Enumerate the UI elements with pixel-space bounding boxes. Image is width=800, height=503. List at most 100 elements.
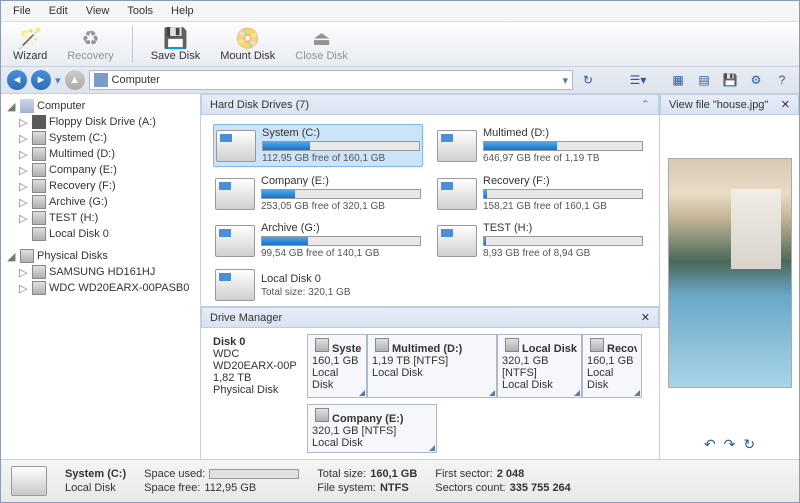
- computer-icon: [94, 73, 108, 87]
- tree-drive-f[interactable]: ▷Recovery (F:): [5, 178, 196, 194]
- drive-icon: [32, 131, 46, 145]
- drive-icon: [505, 338, 519, 352]
- drive-free: 253,05 GB free of 320,1 GB: [261, 201, 421, 212]
- help-button[interactable]: ?: [771, 70, 793, 90]
- dm-disk-info[interactable]: Disk 0 WDC WD20EARX-00P 1,82 TB Physical…: [207, 334, 307, 398]
- tree-drive-a[interactable]: ▷Floppy Disk Drive (A:): [5, 114, 196, 130]
- drive-icon: [32, 147, 46, 161]
- menu-file[interactable]: File: [5, 3, 39, 19]
- tree-label: Multimed (D:): [49, 148, 115, 160]
- save-disk-button[interactable]: 💾Save Disk: [145, 24, 207, 64]
- drive-local-0[interactable]: Local Disk 0 Total size: 320,1 GB: [213, 267, 423, 303]
- preview-header: View file "house.jpg"✕: [660, 94, 799, 115]
- p-size: 160,1 GB: [587, 355, 637, 367]
- tree-drive-h[interactable]: ▷TEST (H:): [5, 210, 196, 226]
- close-icon[interactable]: ✕: [781, 98, 790, 111]
- menu-view[interactable]: View: [78, 3, 118, 19]
- drive-free: Total size: 320,1 GB: [261, 287, 421, 298]
- drive-e[interactable]: Company (E:)253,05 GB free of 320,1 GB: [213, 173, 423, 214]
- wizard-label: Wizard: [13, 50, 47, 62]
- drive-f[interactable]: Recovery (F:)158,21 GB free of 160,1 GB: [435, 173, 645, 214]
- section-hdd-header: Hard Disk Drives (7) ⌃: [201, 94, 659, 115]
- back-button[interactable]: ◄: [7, 70, 27, 90]
- wizard-icon: 🪄: [18, 26, 42, 50]
- menu-icon[interactable]: [359, 390, 365, 396]
- view-options-button[interactable]: ☰▾: [627, 70, 649, 90]
- drive-d[interactable]: Multimed (D:)646,97 GB free of 1,19 TB: [435, 124, 645, 167]
- collapse-icon[interactable]: ⌃: [641, 98, 650, 111]
- section-title: Hard Disk Drives (7): [210, 99, 309, 111]
- dm-partition-local[interactable]: Local Disk320,1 GB [NTFS]Local Disk: [497, 334, 582, 398]
- settings-button[interactable]: ⚙: [745, 70, 767, 90]
- drive-icon: [590, 338, 604, 352]
- tree-drive-c[interactable]: ▷System (C:): [5, 130, 196, 146]
- usage-bar: [262, 141, 420, 151]
- usage-bar: [483, 236, 643, 246]
- address-field[interactable]: Computer ▾: [89, 70, 573, 90]
- mount-disk-button[interactable]: 📀Mount Disk: [214, 24, 281, 64]
- drive-name: Local Disk 0: [261, 273, 421, 285]
- tree-drive-d[interactable]: ▷Multimed (D:): [5, 146, 196, 162]
- dm-partition-system[interactable]: System160,1 GBLocal Disk: [307, 334, 367, 398]
- tree-label: System (C:): [49, 132, 107, 144]
- dm-partition-company[interactable]: Company (E:)320,1 GB [NTFS]Local Disk: [307, 404, 437, 453]
- rotate-left-button[interactable]: ↶: [704, 436, 716, 453]
- tree-local-disk-0[interactable]: Local Disk 0: [5, 226, 196, 242]
- drive-name: System (C:): [262, 127, 420, 139]
- menu-edit[interactable]: Edit: [41, 3, 76, 19]
- p-name: Local Disk: [522, 343, 577, 355]
- wizard-button[interactable]: 🪄Wizard: [7, 24, 53, 64]
- tree-samsung[interactable]: ▷SAMSUNG HD161HJ: [5, 264, 196, 280]
- section-title: Drive Manager: [210, 312, 282, 324]
- drive-c[interactable]: System (C:) 112,95 GB free of 160,1 GB: [213, 124, 423, 167]
- computer-icon: [20, 99, 34, 113]
- forward-button[interactable]: ►: [31, 70, 51, 90]
- refresh-button[interactable]: ↻: [577, 70, 599, 90]
- tree-label: Company (E:): [49, 164, 117, 176]
- dm-disk-size: 1,82 TB: [213, 372, 301, 384]
- menu-icon[interactable]: [634, 390, 640, 396]
- tree-wdc[interactable]: ▷WDC WD20EARX-00PASB0: [5, 280, 196, 296]
- tree-computer[interactable]: ◢Computer: [5, 98, 196, 114]
- panel-button-2[interactable]: ▤: [693, 70, 715, 90]
- menu-icon[interactable]: [429, 445, 435, 451]
- preview-body: [660, 115, 799, 430]
- rotate-right-button[interactable]: ↷: [724, 436, 736, 453]
- p-name: System: [332, 343, 362, 355]
- p-size: 1,19 TB [NTFS]: [372, 355, 492, 367]
- tree-drive-e[interactable]: ▷Company (E:): [5, 162, 196, 178]
- dm-partition-multimed[interactable]: Multimed (D:)1,19 TB [NTFS]Local Disk: [367, 334, 497, 398]
- dm-partition-recovery[interactable]: Recovery160,1 GBLocal Disk: [582, 334, 642, 398]
- menu-icon[interactable]: [489, 390, 495, 396]
- drive-h[interactable]: TEST (H:)8,93 GB free of 8,94 GB: [435, 220, 645, 261]
- drive-free: 112,95 GB free of 160,1 GB: [262, 153, 420, 164]
- menu-icon[interactable]: [574, 390, 580, 396]
- tree-drive-g[interactable]: ▷Archive (G:): [5, 194, 196, 210]
- status-first-label: First sector:: [435, 468, 492, 480]
- up-button[interactable]: ▲: [65, 70, 85, 90]
- status-sect-value: 335 755 264: [510, 482, 571, 494]
- menubar: File Edit View Tools Help: [1, 1, 799, 22]
- panel-button-1[interactable]: ▦: [667, 70, 689, 90]
- preview-image: [668, 158, 792, 388]
- refresh-preview-button[interactable]: ↻: [743, 436, 755, 453]
- physical-icon: [20, 249, 34, 263]
- menu-tools[interactable]: Tools: [119, 3, 161, 19]
- drive-icon: [32, 265, 46, 279]
- preview-panel: View file "house.jpg"✕ ↶ ↷ ↻: [659, 94, 799, 459]
- close-icon[interactable]: ✕: [641, 311, 650, 324]
- save-button[interactable]: 💾: [719, 70, 741, 90]
- address-bar: ◄ ► ▾ ▲ Computer ▾ ↻ ☰▾ ▦ ▤ 💾 ⚙ ?: [1, 67, 799, 94]
- address-dropdown-icon[interactable]: ▾: [562, 74, 568, 87]
- p-type: Local Disk: [502, 379, 577, 391]
- tree-label: Archive (G:): [49, 196, 108, 208]
- tree-label: Physical Disks: [37, 250, 108, 262]
- history-dropdown[interactable]: ▾: [55, 74, 61, 87]
- drive-icon: [375, 338, 389, 352]
- menu-help[interactable]: Help: [163, 3, 202, 19]
- tree-label: Recovery (F:): [49, 180, 116, 192]
- status-kind: Local Disk: [65, 482, 116, 494]
- status-used-label: Space used:: [144, 468, 205, 480]
- drive-g[interactable]: Archive (G:)99,54 GB free of 140,1 GB: [213, 220, 423, 261]
- tree-physical-disks[interactable]: ◢Physical Disks: [5, 248, 196, 264]
